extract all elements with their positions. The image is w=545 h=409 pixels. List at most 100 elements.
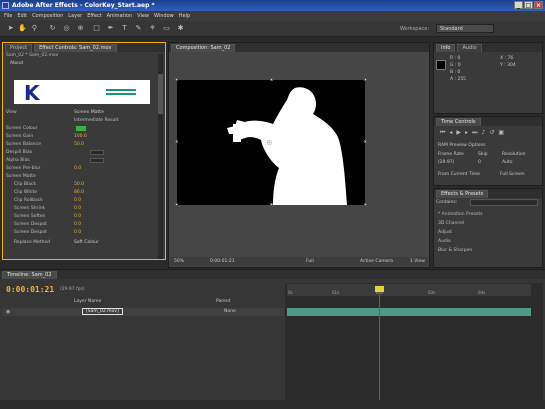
- play-icon[interactable]: ▶: [456, 129, 461, 137]
- eraser-tool-icon[interactable]: ▭: [162, 24, 171, 33]
- from-current-time-checkbox[interactable]: From Current Time: [438, 172, 480, 177]
- ram-preview-icon[interactable]: ▣: [498, 129, 504, 137]
- menu-composition[interactable]: Composition: [32, 13, 63, 19]
- mask-tool-icon[interactable]: □: [92, 24, 101, 33]
- despill-bias-swatch[interactable]: [90, 150, 104, 155]
- effects-list-item[interactable]: 3D Channel: [438, 221, 464, 228]
- effects-search-input[interactable]: [470, 199, 538, 206]
- resolution-select[interactable]: Full: [306, 257, 314, 266]
- col-parent[interactable]: Parent: [216, 299, 230, 304]
- tab-project[interactable]: Project: [5, 44, 33, 52]
- effects-list-item[interactable]: Blur & Sharpen: [438, 248, 472, 255]
- effect-section-about[interactable]: About: [10, 61, 23, 66]
- menu-edit[interactable]: Edit: [17, 13, 27, 19]
- close-button[interactable]: ×: [534, 1, 543, 9]
- current-time-display[interactable]: 0:00:01:21: [210, 257, 235, 266]
- transform-handle[interactable]: [364, 203, 367, 206]
- time-ruler[interactable]: [287, 284, 531, 296]
- timeline-layer-row[interactable]: ◉ [Sam_02.mov] None: [2, 308, 284, 316]
- effects-list-item[interactable]: * Animation Presets: [438, 212, 482, 219]
- puppet-pin-icon[interactable]: ✱: [176, 24, 185, 33]
- hand-tool-icon[interactable]: ✋: [18, 24, 27, 33]
- col-layer-name[interactable]: Layer Name: [74, 299, 101, 304]
- param-clip-white-value[interactable]: 86.0: [74, 190, 84, 196]
- effects-list-item[interactable]: Audio: [438, 239, 451, 246]
- layer-name[interactable]: [Sam_02.mov]: [82, 308, 123, 315]
- clone-stamp-icon[interactable]: ⚘: [148, 24, 157, 33]
- tab-time-controls[interactable]: Time Controls: [436, 118, 481, 126]
- menu-animation[interactable]: Animation: [107, 13, 133, 19]
- tab-composition[interactable]: Composition: Sam_02: [171, 44, 236, 52]
- effects-list-item[interactable]: Adjust: [438, 230, 452, 237]
- param-intermediate-result[interactable]: Intermediate Result: [74, 118, 118, 124]
- text-tool-icon[interactable]: T: [120, 24, 129, 33]
- alpha-bias-swatch[interactable]: [90, 158, 104, 163]
- audio-icon[interactable]: ♪: [481, 129, 485, 137]
- transform-handle[interactable]: [364, 78, 367, 81]
- pan-behind-icon[interactable]: ⊕: [76, 24, 85, 33]
- prev-frame-icon[interactable]: ◂: [449, 129, 452, 137]
- menu-window[interactable]: Window: [154, 13, 174, 19]
- transform-handle[interactable]: [364, 140, 367, 143]
- timeline-timecode[interactable]: 0:00:01:21: [6, 285, 54, 294]
- transform-handle[interactable]: [175, 78, 178, 81]
- param-replace-method-value[interactable]: Soft Colour: [74, 240, 99, 246]
- frame-rate-select[interactable]: (29.97): [438, 160, 454, 165]
- brush-tool-icon[interactable]: ✎: [134, 24, 143, 33]
- param-screen-gain-value[interactable]: 100.0: [74, 134, 87, 140]
- workspace-select[interactable]: Standard: [436, 24, 494, 33]
- first-frame-icon[interactable]: ⏮: [440, 129, 445, 137]
- magnification-select[interactable]: 50%: [174, 257, 184, 266]
- tab-audio[interactable]: Audio: [457, 44, 482, 52]
- tab-timeline[interactable]: Timeline: Sam_02: [2, 271, 57, 279]
- menu-layer[interactable]: Layer: [68, 13, 82, 19]
- current-time-indicator[interactable]: [379, 288, 380, 404]
- param-screen-preblur-value[interactable]: 0.0: [74, 166, 81, 172]
- rotate-tool-icon[interactable]: ↻: [48, 24, 57, 33]
- skip-input[interactable]: 0: [478, 160, 481, 165]
- menu-view[interactable]: View: [137, 13, 149, 19]
- selection-tool-icon[interactable]: ➤: [6, 24, 15, 33]
- anchor-point-icon[interactable]: ⊕: [266, 138, 273, 147]
- param-screen-matte-group[interactable]: Screen Matte: [6, 174, 36, 180]
- orbit-camera-icon[interactable]: ◎: [62, 24, 71, 33]
- logo-stripe: [106, 89, 136, 91]
- tab-effect-controls[interactable]: Effect Controls: Sam_02.mov: [34, 44, 117, 52]
- timeline-track-area[interactable]: [285, 283, 543, 405]
- camera-select[interactable]: Active Camera: [360, 257, 393, 266]
- layer-duration-bar[interactable]: [287, 308, 531, 316]
- transform-handle[interactable]: [175, 203, 178, 206]
- tab-effects-presets[interactable]: Effects & Presets: [436, 190, 489, 198]
- minimize-button[interactable]: _: [514, 1, 523, 9]
- ram-preview-options[interactable]: RAM Preview Options: [438, 143, 486, 148]
- param-screen-balance-value[interactable]: 50.0: [74, 142, 84, 148]
- tab-info[interactable]: Info: [436, 44, 456, 52]
- zoom-tool-icon[interactable]: ⚲: [30, 24, 39, 33]
- pen-tool-icon[interactable]: ✒: [106, 24, 115, 33]
- menu-effect[interactable]: Effect: [87, 13, 101, 19]
- param-view-value[interactable]: Screen Matte: [74, 110, 104, 116]
- resolution-select-preview[interactable]: Auto: [502, 160, 512, 165]
- param-screen-despot-2-value[interactable]: 0.0: [74, 230, 81, 236]
- loop-icon[interactable]: ↺: [489, 129, 494, 137]
- next-frame-icon[interactable]: ▸: [465, 129, 468, 137]
- last-frame-icon[interactable]: ⏭: [472, 129, 477, 137]
- parent-select[interactable]: None: [224, 309, 236, 314]
- transform-handle[interactable]: [270, 78, 273, 81]
- current-time-indicator-head[interactable]: [375, 286, 384, 292]
- visibility-eye-icon[interactable]: ◉: [6, 309, 10, 315]
- transform-handle[interactable]: [270, 203, 273, 206]
- param-screen-soften-value[interactable]: 0.0: [74, 214, 81, 220]
- menu-file[interactable]: File: [4, 13, 12, 19]
- param-screen-despot-value[interactable]: 0.0: [74, 222, 81, 228]
- full-screen-checkbox[interactable]: Full Screen: [500, 172, 525, 177]
- views-select[interactable]: 1 View: [410, 257, 425, 266]
- screen-colour-swatch[interactable]: [76, 126, 86, 131]
- maximize-button[interactable]: □: [524, 1, 533, 9]
- param-clip-rollback-value[interactable]: 0.0: [74, 198, 81, 204]
- param-clip-black-value[interactable]: 50.0: [74, 182, 84, 188]
- transform-handle[interactable]: [175, 140, 178, 143]
- menu-help[interactable]: Help: [179, 13, 190, 19]
- effect-controls-scrollbar[interactable]: [158, 54, 163, 259]
- param-screen-shrink-value[interactable]: 0.0: [74, 206, 81, 212]
